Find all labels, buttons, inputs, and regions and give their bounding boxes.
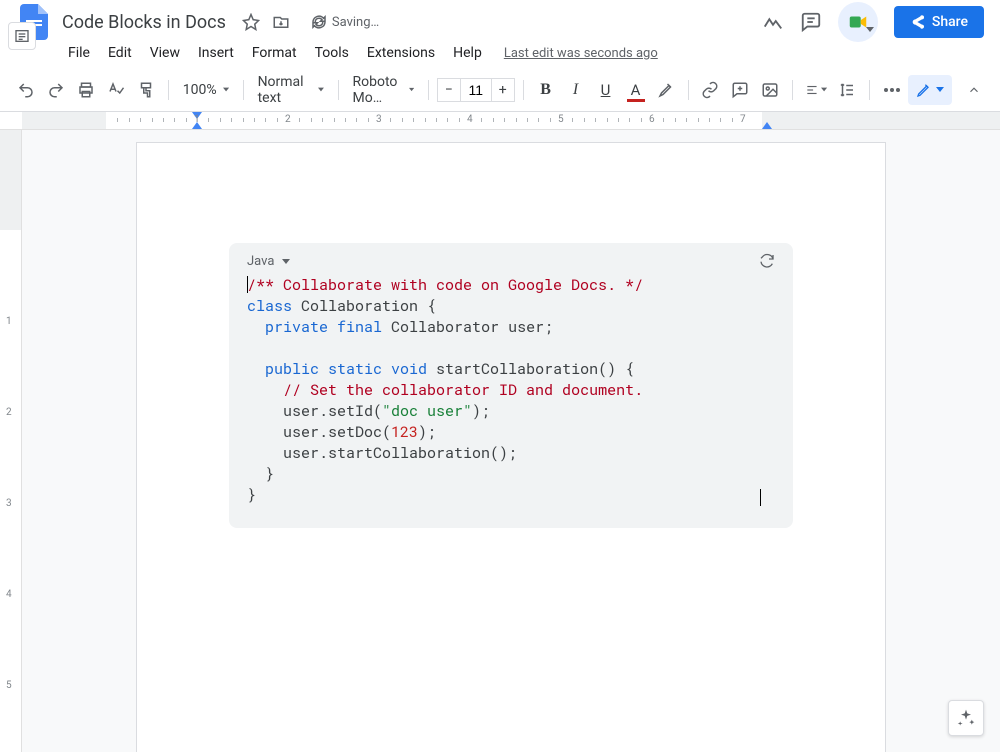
ruler-tick: 7 [740,114,746,125]
text-cursor [760,489,761,506]
separator [168,80,169,100]
ruler-tick: 6 [649,114,655,125]
separator [338,80,339,100]
zoom-value: 100% [183,82,217,98]
title-bar: Code Blocks in Docs Saving… Share [0,0,1000,38]
chevron-down-icon [282,259,290,264]
share-label: Share [932,14,968,30]
add-comment-button[interactable] [726,76,754,104]
horizontal-ruler[interactable]: 1 2 3 4 5 6 7 [0,112,1000,130]
explore-button[interactable] [948,700,984,736]
cloud-saving-status: Saving… [310,13,379,31]
menu-view[interactable]: View [142,41,188,65]
code-language-label: Java [247,254,274,269]
menu-bar: File Edit View Insert Format Tools Exten… [0,38,1000,68]
toolbar: 100% Normal text Roboto Mo… − + B I U A [0,68,1000,112]
menu-file[interactable]: File [60,41,98,65]
separator [523,80,524,100]
print-button[interactable] [72,76,100,104]
menu-format[interactable]: Format [244,41,305,65]
menu-edit[interactable]: Edit [100,41,140,65]
document-page[interactable]: Java /** Collaborate with code on Google… [136,142,886,752]
ruler-tick: 5 [6,680,12,691]
workspace: 1 2 3 4 5 Java /** Collaborate with code on … [0,130,1000,752]
text-cursor [247,276,248,293]
move-icon[interactable] [272,13,290,31]
saving-label: Saving… [332,15,379,30]
ruler-tick: 3 [6,498,12,509]
highlight-color-button[interactable] [652,76,680,104]
font-size-input[interactable] [461,78,491,102]
document-title[interactable]: Code Blocks in Docs [58,10,230,35]
align-button[interactable] [801,76,831,104]
ruler-tick: 1 [194,114,200,125]
chevron-down-icon [409,87,414,92]
zoom-select[interactable]: 100% [177,76,235,104]
code-block-refresh-button[interactable] [759,253,775,269]
ruler-tick: 4 [6,589,12,600]
comments-icon[interactable] [800,11,822,33]
font-value: Roboto Mo… [353,74,403,106]
font-family-select[interactable]: Roboto Mo… [347,76,420,104]
ruler-tick: 1 [6,316,12,327]
chevron-down-icon [821,87,827,92]
paragraph-style-select[interactable]: Normal text [252,76,330,104]
undo-button[interactable] [12,76,40,104]
separator [243,80,244,100]
star-icon[interactable] [242,13,260,31]
separator [792,80,793,100]
paint-format-button[interactable] [132,76,160,104]
line-spacing-button[interactable] [833,76,861,104]
text-color-button[interactable]: A [622,76,650,104]
separator [869,80,870,100]
collapse-toolbar-button[interactable] [960,76,988,104]
underline-button[interactable]: U [592,76,620,104]
document-canvas[interactable]: Java /** Collaborate with code on Google… [22,130,1000,752]
italic-button[interactable]: I [562,76,590,104]
ruler-tick: 2 [285,114,291,125]
spellcheck-button[interactable] [102,76,130,104]
share-button[interactable]: Share [894,6,984,38]
activity-icon[interactable] [762,11,784,33]
last-edit-link[interactable]: Last edit was seconds ago [504,46,658,61]
chevron-down-icon [318,87,324,92]
vertical-ruler[interactable]: 1 2 3 4 5 [0,130,22,752]
right-indent-marker[interactable] [762,122,772,129]
menu-insert[interactable]: Insert [190,41,242,65]
bold-button[interactable]: B [532,76,560,104]
ruler-tick: 2 [6,407,12,418]
insert-image-button[interactable] [756,76,784,104]
ruler-tick: 4 [467,114,473,125]
code-block[interactable]: Java /** Collaborate with code on Google… [229,243,793,528]
menu-help[interactable]: Help [445,41,490,65]
chevron-down-icon [223,87,229,92]
code-content[interactable]: /** Collaborate with code on Google Docs… [247,275,775,506]
separator [428,80,429,100]
meet-button[interactable] [838,2,878,42]
editing-mode-button[interactable] [908,75,952,105]
ruler-tick: 3 [376,114,382,125]
redo-button[interactable] [42,76,70,104]
font-size-group: − + [437,78,515,102]
ruler-tick: 5 [558,114,564,125]
menu-tools[interactable]: Tools [307,41,357,65]
more-tools-button[interactable] [878,76,906,104]
menu-extensions[interactable]: Extensions [359,41,443,65]
insert-link-button[interactable] [696,76,724,104]
font-size-decrease[interactable]: − [437,78,461,102]
style-value: Normal text [258,74,312,106]
font-size-increase[interactable]: + [491,78,515,102]
code-block-language-select[interactable]: Java [247,254,290,269]
separator [688,80,689,100]
chevron-down-icon [936,87,944,92]
